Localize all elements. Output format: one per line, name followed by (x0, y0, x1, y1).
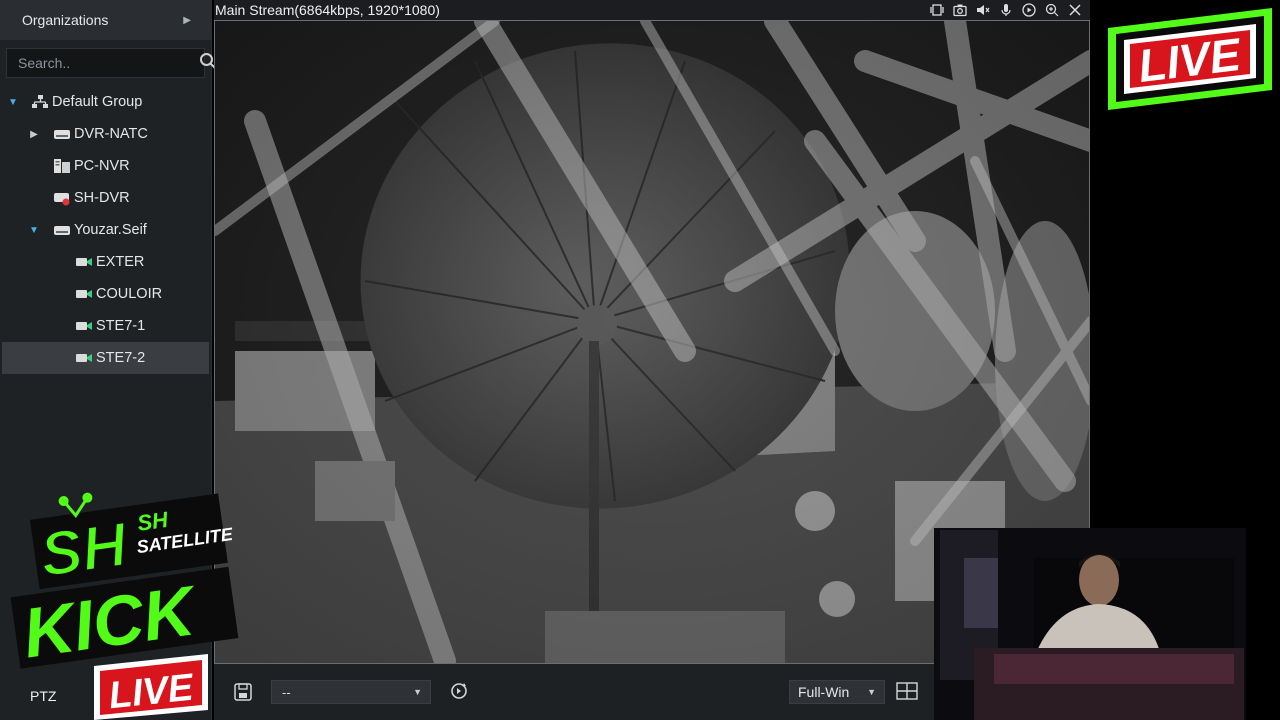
expand-arrow-icon[interactable]: ▼ (6, 97, 20, 108)
group-icon (30, 94, 50, 110)
streamer-webcam (934, 528, 1246, 720)
live-badge-top: LIVE (1102, 6, 1278, 112)
tree-item-exter[interactable]: EXTER (0, 246, 211, 278)
view-preset-select[interactable]: -- ▼ (271, 680, 431, 704)
camera-icon (74, 350, 94, 366)
tree-item-label: STE7-2 (96, 350, 146, 366)
search-input[interactable] (18, 55, 199, 71)
tree-item-default-group[interactable]: ▼ Default Group (0, 86, 211, 118)
live-text-bottom: LIVE (107, 667, 197, 718)
zoom-in-icon[interactable] (1045, 3, 1059, 17)
tree-item-couloir[interactable]: COULOIR (0, 278, 211, 310)
camera-icon (74, 286, 94, 302)
live-view-toolbar: -- ▼ Full-Win ▼ (214, 664, 934, 720)
tree-item-label: PC-NVR (74, 158, 130, 174)
tree-item-youzar-seif[interactable]: ▼ Youzar.Seif (0, 214, 211, 246)
collapse-arrow-icon[interactable]: ▶ (27, 129, 41, 140)
tree-item-ste7-2[interactable]: STE7-2 (2, 342, 209, 374)
mute-icon[interactable] (976, 3, 990, 17)
grid-layout-icon[interactable] (896, 682, 918, 700)
tree-item-label: SH-DVR (74, 190, 130, 206)
tree-item-sh-dvr[interactable]: SH-DVR (0, 182, 211, 214)
camera-icon (74, 318, 94, 334)
view-preset-value: -- (282, 684, 291, 700)
organizations-header[interactable]: Organizations ▶ (0, 0, 211, 40)
expand-arrow-icon[interactable]: ▼ (27, 225, 41, 236)
video-title-bar: Main Stream(6864kbps, 1920*1080) (214, 0, 1090, 20)
tree-item-label: Default Group (52, 94, 143, 110)
live-badge-bottom: LIVE (90, 654, 212, 720)
microphone-icon[interactable] (999, 3, 1013, 17)
window-layout-value: Full-Win (798, 684, 850, 700)
camera-icon (74, 254, 94, 270)
playback-icon[interactable] (1022, 3, 1036, 17)
tree-item-label: Youzar.Seif (74, 222, 147, 238)
tree-item-pc-nvr[interactable]: PC-NVR (0, 150, 211, 182)
brand-initials-text: SH (36, 510, 132, 590)
close-icon[interactable] (1068, 3, 1082, 17)
tree-item-label: EXTER (96, 254, 145, 270)
search-box (6, 48, 216, 78)
nvr-icon (52, 158, 72, 174)
refresh-icon[interactable] (448, 680, 470, 702)
tree-item-label: DVR-NATC (74, 126, 148, 142)
dropdown-arrow-icon: ▼ (867, 687, 876, 697)
tree-item-label: COULOIR (96, 286, 163, 302)
tree-item-label: STE7-1 (96, 318, 146, 334)
window-layout-select[interactable]: Full-Win ▼ (789, 680, 885, 704)
brand-sh-text: SH (136, 507, 171, 536)
dvr-icon (52, 222, 72, 238)
tree-item-ste7-1[interactable]: STE7-1 (0, 310, 211, 342)
video-controls (930, 3, 1082, 17)
device-tree: ▼ Default Group ▶ DVR-NATC PC-NVR SH-DVR… (0, 86, 211, 374)
chevron-right-icon[interactable]: ▶ (183, 15, 191, 26)
dvr-offline-icon (52, 190, 72, 206)
stream-info: Main Stream(6864kbps, 1920*1080) (215, 2, 440, 18)
dvr-icon (52, 126, 72, 142)
snapshot-icon[interactable] (953, 3, 967, 17)
ptz-toggle-icon[interactable] (930, 3, 944, 17)
tree-item-dvr-natc[interactable]: ▶ DVR-NATC (0, 118, 211, 150)
organizations-title: Organizations (22, 12, 109, 28)
dropdown-arrow-icon: ▼ (413, 687, 422, 697)
